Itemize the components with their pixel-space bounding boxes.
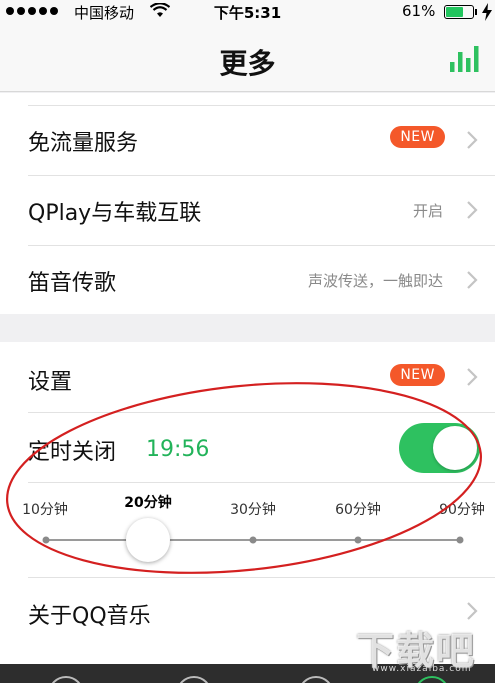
- battery-tip: [475, 9, 477, 15]
- new-badge: NEW: [390, 364, 445, 386]
- qplay-row[interactable]: QPlay与车载互联 开启: [0, 175, 495, 245]
- free-data-service-label: 免流量服务: [28, 131, 139, 156]
- chevron-right-icon: [467, 602, 478, 620]
- slider-tick: [354, 536, 362, 544]
- services-group: 免流量服务 NEW QPlay与车载互联 开启 笛音传歌 声波传送，一触即达: [0, 93, 495, 314]
- sleep-timer-label: 定时关闭: [28, 440, 117, 465]
- qplay-label: QPlay与车载互联: [28, 201, 202, 226]
- timer-slider-thumb[interactable]: [126, 518, 170, 562]
- chevron-right-icon: [467, 131, 478, 149]
- sleep-timer-countdown: 19:56: [146, 437, 210, 462]
- chevron-right-icon: [467, 271, 478, 289]
- qplay-status: 开启: [412, 202, 443, 220]
- nav-bar: 更多: [0, 24, 495, 92]
- about-label: 关于QQ音乐: [28, 604, 151, 629]
- watermark-url: www.xiazaiba.com: [372, 664, 472, 674]
- settings-label: 设置: [28, 370, 73, 395]
- toggle-knob: [433, 426, 477, 470]
- settings-row[interactable]: 设置 NEW: [0, 342, 495, 412]
- battery-percent: 61%: [402, 2, 436, 20]
- new-badge: NEW: [390, 126, 445, 148]
- bolt-icon: [482, 3, 492, 21]
- timer-option-10[interactable]: 10分钟: [22, 499, 68, 519]
- slider-tick: [249, 536, 257, 544]
- timer-option-30[interactable]: 30分钟: [230, 499, 276, 519]
- battery-icon: [444, 5, 474, 19]
- timer-option-90[interactable]: 90分钟: [439, 499, 485, 519]
- sleep-timer-row: 定时关闭 19:56: [0, 412, 495, 482]
- status-bar: 中国移动 下午5:31 61%: [0, 0, 495, 24]
- chevron-right-icon: [467, 201, 478, 219]
- divider: [28, 482, 495, 483]
- chevron-right-icon: [467, 368, 478, 386]
- slider-tick: [42, 536, 50, 544]
- free-data-service-row[interactable]: 免流量服务 NEW: [0, 105, 495, 175]
- page-title: 更多: [219, 47, 276, 80]
- timer-option-60[interactable]: 60分钟: [335, 499, 381, 519]
- sound-transfer-label: 笛音传歌: [28, 271, 117, 296]
- sound-transfer-description: 声波传送，一触即达: [307, 272, 443, 290]
- equalizer-icon[interactable]: [448, 42, 484, 74]
- sleep-timer-toggle[interactable]: [399, 423, 480, 473]
- slider-tick: [456, 536, 464, 544]
- sound-transfer-row[interactable]: 笛音传歌 声波传送，一触即达: [0, 245, 495, 314]
- timer-option-20[interactable]: 20分钟: [124, 492, 171, 512]
